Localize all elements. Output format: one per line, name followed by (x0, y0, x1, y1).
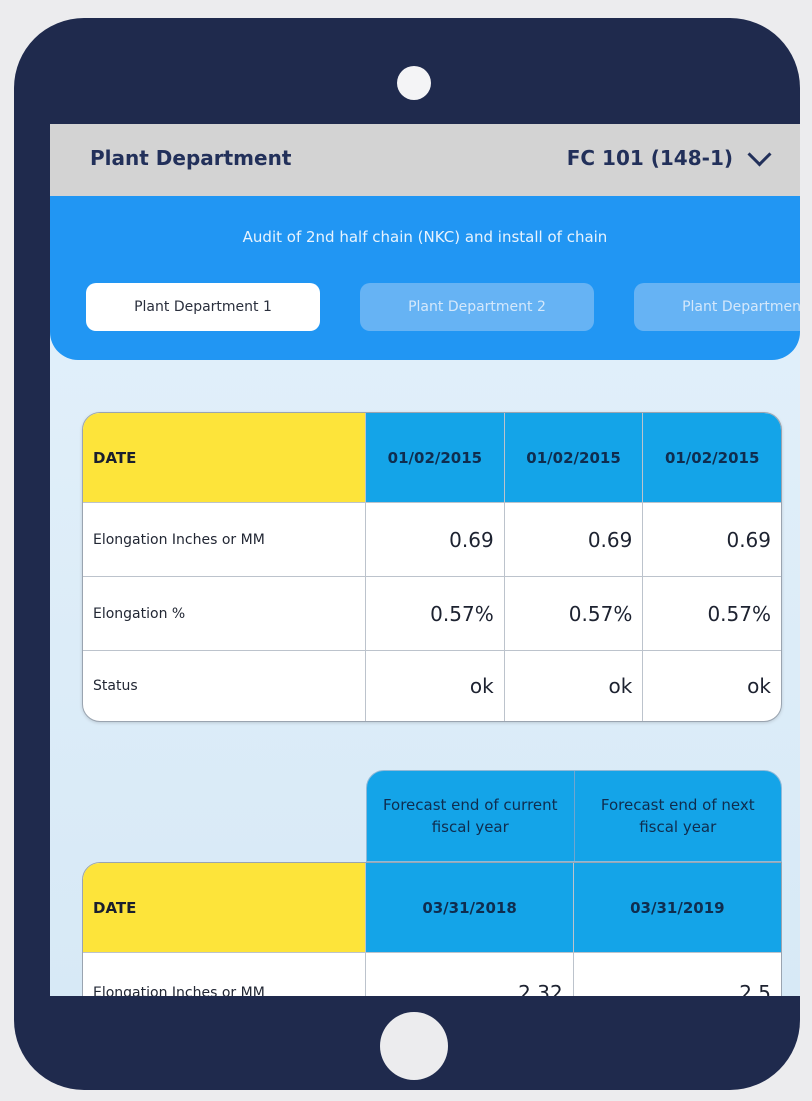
table-row: Elongation % 0.57% 0.57% 0.57% (83, 577, 781, 651)
date-column-header: 03/31/2018 (366, 863, 574, 953)
status-cell: ok (505, 651, 644, 721)
camera-icon (397, 66, 431, 100)
date-header: DATE (83, 863, 367, 953)
row-label: Elongation Inches or MM (83, 503, 367, 577)
unit-selector[interactable]: FC 101 (148-1) (566, 141, 772, 170)
home-button[interactable] (380, 1012, 448, 1080)
status-cell: ok (366, 651, 505, 721)
row-label: Elongation % (83, 577, 367, 651)
forecast-next-header: Forecast end of next fiscal year (600, 796, 755, 836)
date-column-header: 03/31/2019 (573, 863, 781, 953)
chevron-down-icon (747, 141, 772, 167)
tab-plant-department-1[interactable]: Plant Department 1 (86, 283, 320, 331)
table-cell: 2.5 (574, 953, 781, 997)
unit-selector-value: FC 101 (148-1) (566, 146, 733, 170)
date-column-header: 01/02/2015 (643, 413, 781, 503)
tablet-frame: Plant Department FC 101 (148-1) Audit of… (14, 18, 800, 1090)
row-label: Elongation Inches or MM (83, 953, 367, 996)
table-row: DATE 01/02/2015 01/02/2015 01/02/2015 (83, 413, 781, 503)
table-cell: 0.69 (504, 503, 644, 577)
forecast-table: DATE 03/31/2018 03/31/2019 Elongation In… (82, 862, 782, 996)
page-title: Plant Department (90, 146, 292, 170)
table-cell: 0.69 (643, 503, 781, 577)
tab-plant-department-3[interactable]: Plant Department 3 (634, 283, 800, 331)
forecast-column-headers: Forecast end of current fiscal year Fore… (366, 770, 782, 862)
tab-plant-department-2[interactable]: Plant Department 2 (360, 283, 594, 331)
forecast-current-header: Forecast end of current fiscal year (367, 771, 575, 861)
audit-banner: Audit of 2nd half chain (NKC) and instal… (50, 196, 800, 360)
date-column-header: 01/02/2015 (504, 413, 644, 503)
audit-title: Audit of 2nd half chain (NKC) and instal… (242, 228, 608, 246)
table-cell: 0.57% (643, 577, 781, 651)
app-screen: Plant Department FC 101 (148-1) Audit of… (50, 124, 800, 996)
table-row: Elongation Inches or MM 2.32 2.5 (83, 953, 781, 996)
table-cell: 2.32 (366, 953, 574, 996)
table-row: DATE 03/31/2018 03/31/2019 (83, 863, 781, 953)
table-row: Elongation Inches or MM 0.69 0.69 0.69 (83, 503, 781, 577)
table-cell: 0.69 (366, 503, 505, 577)
table-cell: 0.57% (504, 577, 644, 651)
table-cell: 0.57% (366, 577, 505, 651)
top-bar: Plant Department FC 101 (148-1) (50, 124, 800, 196)
elongation-table: DATE 01/02/2015 01/02/2015 01/02/2015 El… (82, 412, 782, 722)
date-header: DATE (83, 413, 367, 503)
table-row: Status ok ok ok (83, 651, 781, 721)
status-cell: ok (747, 674, 771, 698)
row-label: Status (83, 651, 367, 721)
date-column-header: 01/02/2015 (366, 413, 505, 503)
